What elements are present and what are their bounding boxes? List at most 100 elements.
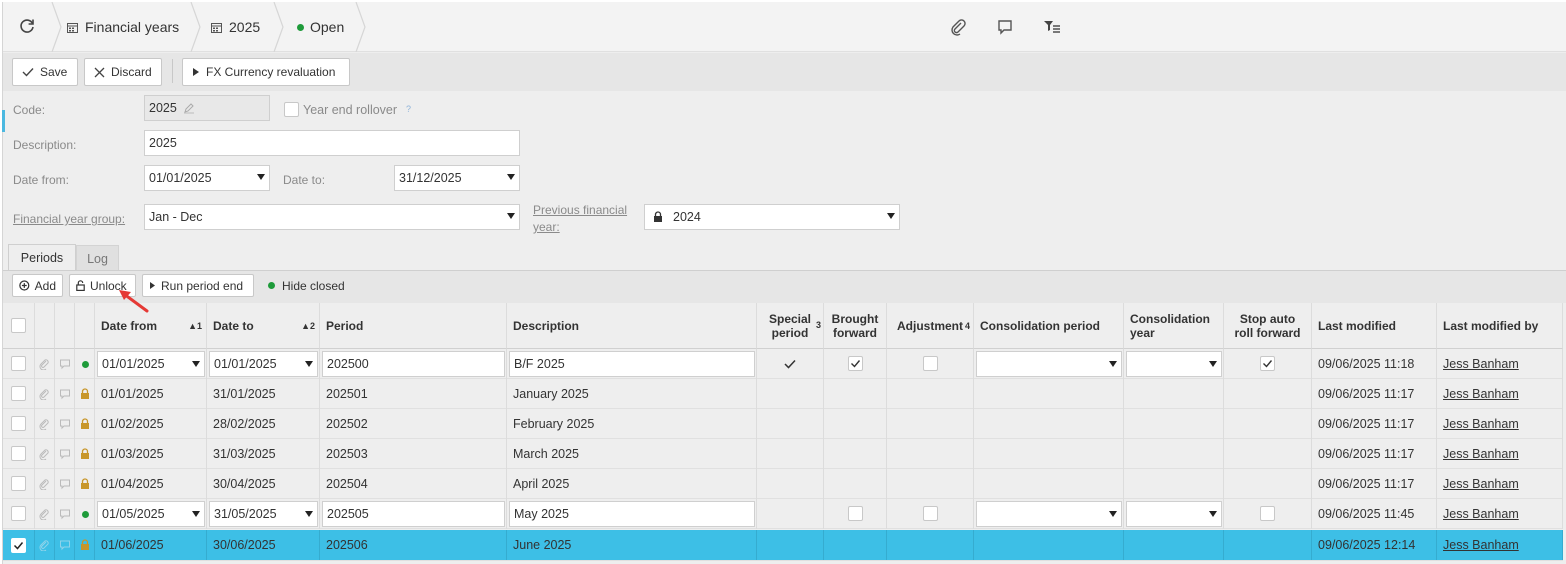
user-link[interactable]: Jess Banham bbox=[1443, 477, 1519, 491]
row-checkbox-checked[interactable] bbox=[11, 538, 26, 553]
comment-icon[interactable] bbox=[59, 448, 71, 460]
dropdown-arrow-icon[interactable] bbox=[305, 361, 313, 367]
row-checkbox[interactable] bbox=[11, 476, 26, 491]
dropdown-arrow-icon[interactable] bbox=[305, 511, 313, 517]
previous-financial-year-link[interactable]: Previous financial bbox=[533, 203, 627, 217]
comment-icon[interactable] bbox=[59, 508, 71, 520]
table-row[interactable]: 01/05/2025 31/05/2025 202505 May 2025 09… bbox=[3, 499, 1563, 529]
brought-forward-checkbox[interactable] bbox=[848, 356, 863, 371]
breadcrumb-status[interactable]: Open bbox=[297, 2, 344, 52]
dropdown-arrow-icon[interactable] bbox=[257, 174, 265, 180]
date-from-input[interactable]: 01/01/2025 bbox=[97, 351, 205, 377]
paperclip-icon[interactable] bbox=[38, 388, 50, 400]
previous-financial-year-link-2[interactable]: year: bbox=[533, 220, 560, 234]
row-checkbox[interactable] bbox=[11, 446, 26, 461]
refresh-icon[interactable] bbox=[17, 16, 37, 36]
user-link[interactable]: Jess Banham bbox=[1443, 387, 1519, 401]
description-field[interactable]: 2025 bbox=[144, 130, 520, 156]
header-last-modified-by[interactable]: Last modified by bbox=[1437, 303, 1563, 349]
header-last-modified[interactable]: Last modified bbox=[1312, 303, 1437, 349]
table-row[interactable]: 01/01/2025 31/01/2025 202501 January 202… bbox=[3, 379, 1563, 409]
paperclip-icon[interactable] bbox=[949, 18, 967, 36]
header-date-to[interactable]: Date to ▲2 bbox=[207, 303, 320, 349]
date-to-field[interactable]: 31/12/2025 bbox=[394, 165, 520, 191]
header-adjustment[interactable]: Adjustment 4 bbox=[887, 303, 974, 349]
year-end-rollover-checkbox[interactable] bbox=[284, 102, 299, 117]
period-input[interactable]: 202500 bbox=[322, 351, 505, 377]
date-from-input[interactable]: 01/05/2025 bbox=[97, 501, 205, 527]
filter-list-icon[interactable] bbox=[1043, 18, 1061, 36]
user-link[interactable]: Jess Banham bbox=[1443, 507, 1519, 521]
table-row[interactable]: 01/02/2025 28/02/2025 202502 February 20… bbox=[3, 409, 1563, 439]
header-special-period[interactable]: Special period 3 bbox=[757, 303, 824, 349]
date-from-field[interactable]: 01/01/2025 bbox=[144, 165, 270, 191]
help-icon[interactable]: ? bbox=[406, 104, 411, 114]
dropdown-arrow-icon[interactable] bbox=[507, 213, 515, 219]
header-stop-auto-roll-forward[interactable]: Stop auto roll forward bbox=[1224, 303, 1312, 349]
row-checkbox[interactable] bbox=[11, 506, 26, 521]
row-checkbox[interactable] bbox=[11, 416, 26, 431]
table-row[interactable]: 01/01/2025 01/01/2025 202500 B/F 2025 09… bbox=[3, 349, 1563, 379]
paperclip-icon[interactable] bbox=[38, 448, 50, 460]
paperclip-icon[interactable] bbox=[38, 418, 50, 430]
period-input[interactable]: 202505 bbox=[322, 501, 505, 527]
consolidation-period-select[interactable] bbox=[976, 501, 1122, 527]
user-link[interactable]: Jess Banham bbox=[1443, 417, 1519, 431]
table-row[interactable]: 01/04/2025 30/04/2025 202504 April 2025 … bbox=[3, 469, 1563, 499]
paperclip-icon[interactable] bbox=[38, 478, 50, 490]
header-consolidation-period[interactable]: Consolidation period bbox=[974, 303, 1124, 349]
hide-closed-toggle[interactable]: Hide closed bbox=[268, 274, 345, 297]
code-field[interactable]: 2025 bbox=[144, 95, 270, 121]
comment-icon[interactable] bbox=[59, 418, 71, 430]
header-description[interactable]: Description bbox=[507, 303, 757, 349]
paperclip-icon[interactable] bbox=[38, 508, 50, 520]
dropdown-arrow-icon[interactable] bbox=[1109, 361, 1117, 367]
dropdown-arrow-icon[interactable] bbox=[1109, 511, 1117, 517]
dropdown-arrow-icon[interactable] bbox=[507, 174, 515, 180]
financial-year-group-link[interactable]: Financial year group: bbox=[13, 212, 125, 226]
description-input[interactable]: May 2025 bbox=[509, 501, 755, 527]
user-link[interactable]: Jess Banham bbox=[1443, 447, 1519, 461]
adjustment-checkbox[interactable] bbox=[923, 506, 938, 521]
description-input[interactable]: B/F 2025 bbox=[509, 351, 755, 377]
breadcrumb-financial-years[interactable]: Financial years bbox=[67, 2, 179, 52]
header-period[interactable]: Period bbox=[320, 303, 507, 349]
header-brought-forward[interactable]: Brought forward bbox=[824, 303, 887, 349]
table-row[interactable]: 01/03/2025 31/03/2025 202503 March 2025 … bbox=[3, 439, 1563, 469]
fx-revaluation-button[interactable]: FX Currency revaluation bbox=[182, 58, 350, 86]
discard-button[interactable]: Discard bbox=[84, 58, 162, 86]
comment-icon[interactable] bbox=[59, 388, 71, 400]
add-button[interactable]: Add bbox=[12, 274, 63, 297]
user-link[interactable]: Jess Banham bbox=[1443, 357, 1519, 371]
dropdown-arrow-icon[interactable] bbox=[1209, 511, 1217, 517]
consolidation-period-select[interactable] bbox=[976, 351, 1122, 377]
comment-icon[interactable] bbox=[59, 539, 71, 551]
run-period-end-button[interactable]: Run period end bbox=[142, 274, 254, 297]
consolidation-year-select[interactable] bbox=[1126, 501, 1222, 527]
save-button[interactable]: Save bbox=[12, 58, 78, 86]
financial-year-group-select[interactable]: Jan - Dec bbox=[144, 204, 520, 230]
date-to-input[interactable]: 01/01/2025 bbox=[209, 351, 318, 377]
row-checkbox[interactable] bbox=[11, 386, 26, 401]
user-link[interactable]: Jess Banham bbox=[1443, 538, 1519, 552]
row-checkbox[interactable] bbox=[11, 356, 26, 371]
comment-icon[interactable] bbox=[996, 18, 1014, 36]
dropdown-arrow-icon[interactable] bbox=[887, 213, 895, 219]
paperclip-icon[interactable] bbox=[38, 539, 50, 551]
tab-periods[interactable]: Periods bbox=[8, 244, 76, 271]
date-to-input[interactable]: 31/05/2025 bbox=[209, 501, 318, 527]
comment-icon[interactable] bbox=[59, 358, 71, 370]
breadcrumb-year[interactable]: 2025 bbox=[211, 2, 260, 52]
dropdown-arrow-icon[interactable] bbox=[1209, 361, 1217, 367]
consolidation-year-select[interactable] bbox=[1126, 351, 1222, 377]
comment-icon[interactable] bbox=[59, 478, 71, 490]
select-all-checkbox[interactable] bbox=[11, 318, 26, 333]
previous-financial-year-select[interactable]: 2024 bbox=[644, 204, 900, 230]
stop-auto-roll-forward-checkbox[interactable] bbox=[1260, 356, 1275, 371]
dropdown-arrow-icon[interactable] bbox=[192, 511, 200, 517]
dropdown-arrow-icon[interactable] bbox=[192, 361, 200, 367]
header-consolidation-year[interactable]: Consolidation year bbox=[1124, 303, 1224, 349]
adjustment-checkbox[interactable] bbox=[923, 356, 938, 371]
tab-log[interactable]: Log bbox=[76, 245, 119, 272]
table-row-selected[interactable]: 01/06/2025 30/06/2025 202506 June 2025 0… bbox=[3, 530, 1563, 561]
